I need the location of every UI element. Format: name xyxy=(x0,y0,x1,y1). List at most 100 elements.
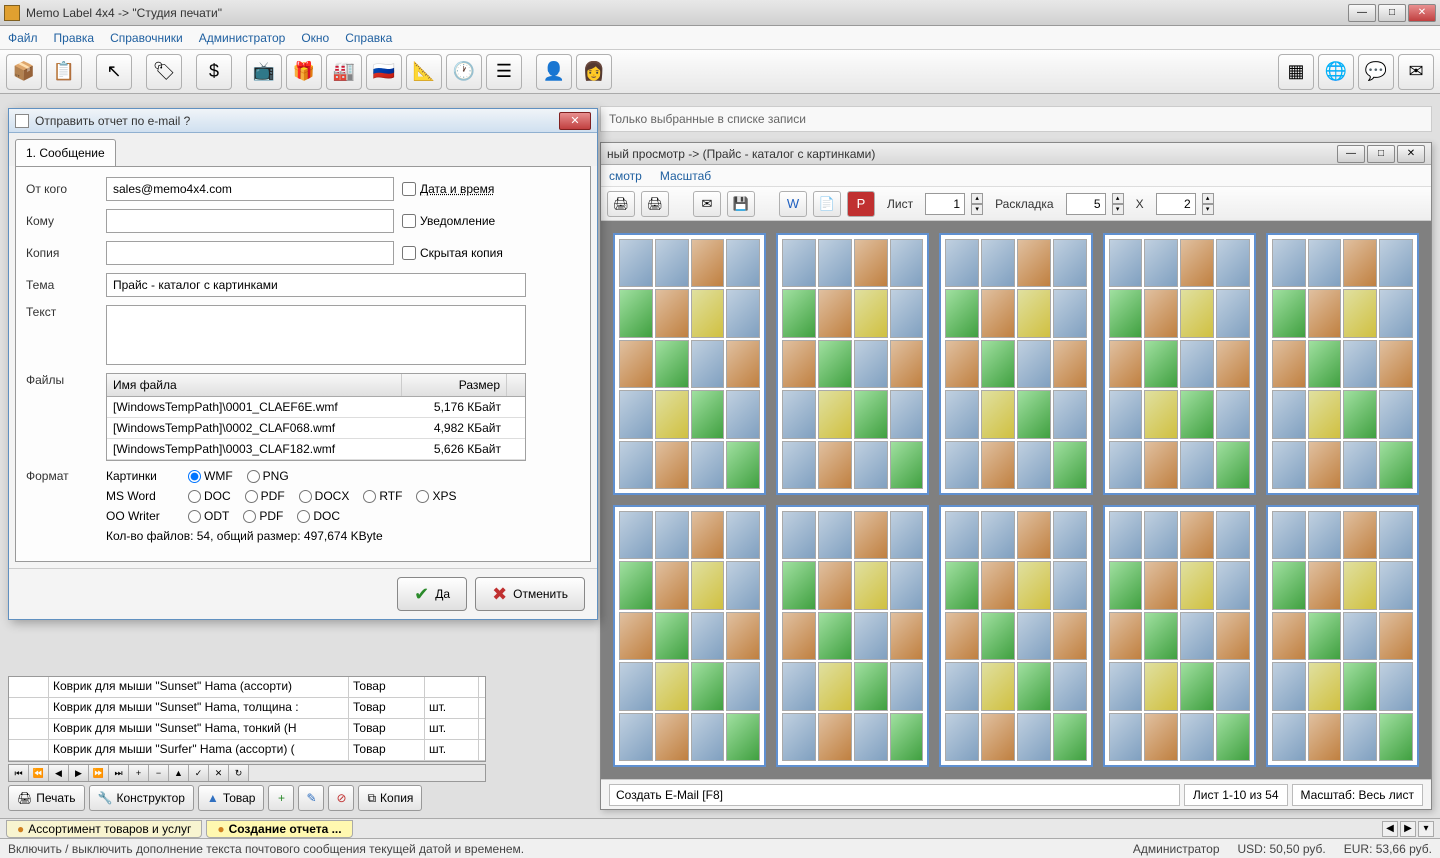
email-icon[interactable]: ✉ xyxy=(693,191,721,217)
ruler-icon[interactable]: 📐 xyxy=(406,54,442,90)
add-button[interactable]: + xyxy=(268,785,294,811)
file-row[interactable]: [WindowsTempPath]\0001_CLAEF6E.wmf5,176 … xyxy=(107,397,525,418)
tab-menu[interactable]: ▾ xyxy=(1418,821,1434,837)
file-row[interactable]: [WindowsTempPath]\0003_CLAF182.wmf5,626 … xyxy=(107,439,525,460)
page-thumbnail[interactable] xyxy=(1266,233,1419,495)
tab-report[interactable]: ●Создание отчета ... xyxy=(206,820,352,838)
preview-menu-scale[interactable]: Масштаб xyxy=(660,169,711,183)
page-down[interactable]: ▾ xyxy=(971,204,983,215)
nav-next-page[interactable]: ⏩ xyxy=(89,765,109,781)
list-icon[interactable]: ☰ xyxy=(486,54,522,90)
col-size[interactable]: Размер xyxy=(402,374,507,396)
menu-edit[interactable]: Правка xyxy=(54,31,95,45)
page-thumbnail[interactable] xyxy=(776,505,929,767)
page-thumbnail[interactable] xyxy=(1103,505,1256,767)
stamp-icon[interactable]: ▦ xyxy=(1278,54,1314,90)
menu-file[interactable]: Файл xyxy=(8,31,38,45)
dollar-icon[interactable]: $ xyxy=(196,54,232,90)
user-male-icon[interactable]: 👤 xyxy=(536,54,572,90)
tv-icon[interactable]: 📺 xyxy=(246,54,282,90)
cols-down[interactable]: ▾ xyxy=(1112,204,1124,215)
notify-checkbox[interactable] xyxy=(402,214,416,228)
dialog-close-button[interactable]: ✕ xyxy=(559,112,591,130)
nav-edit[interactable]: ▲ xyxy=(169,765,189,781)
tab-scroll-right[interactable]: ▶ xyxy=(1400,821,1416,837)
table-row[interactable]: Коврик для мыши "Sunset" Hama, толщина :… xyxy=(9,698,485,719)
radio-pdf2[interactable] xyxy=(243,510,256,523)
cols-up[interactable]: ▴ xyxy=(1112,193,1124,204)
nav-cancel[interactable]: ✕ xyxy=(209,765,229,781)
nav-ok[interactable]: ✓ xyxy=(189,765,209,781)
radio-doc[interactable] xyxy=(188,490,201,503)
close-button[interactable]: ✕ xyxy=(1408,4,1436,22)
radio-docx[interactable] xyxy=(299,490,312,503)
rows-down[interactable]: ▾ xyxy=(1202,204,1214,215)
nav-del[interactable]: − xyxy=(149,765,169,781)
radio-rtf[interactable] xyxy=(363,490,376,503)
from-input[interactable] xyxy=(106,177,394,201)
preview-grid[interactable] xyxy=(601,221,1431,779)
nav-refresh[interactable]: ↻ xyxy=(229,765,249,781)
copy-input[interactable] xyxy=(106,241,394,265)
table-row[interactable]: Коврик для мыши "Surfer" Hama (ассорти) … xyxy=(9,740,485,761)
page-up[interactable]: ▴ xyxy=(971,193,983,204)
save-icon[interactable]: 💾 xyxy=(727,191,755,217)
table-row[interactable]: Коврик для мыши "Sunset" Hama, тонкий (H… xyxy=(9,719,485,740)
radio-pdf[interactable] xyxy=(245,490,258,503)
product-grid[interactable]: Коврик для мыши "Sunset" Hama (ассорти)Т… xyxy=(8,676,486,762)
to-input[interactable] xyxy=(106,209,394,233)
page-thumbnail[interactable] xyxy=(776,233,929,495)
table-row[interactable]: Коврик для мыши "Sunset" Hama (ассорти)Т… xyxy=(9,677,485,698)
menu-help[interactable]: Справка xyxy=(345,31,392,45)
print-settings-icon[interactable]: 🖨 xyxy=(641,191,669,217)
cancel-button[interactable]: ✖Отменить xyxy=(475,577,585,611)
clock-icon[interactable]: 🕐 xyxy=(446,54,482,90)
subject-input[interactable] xyxy=(106,273,526,297)
page-thumbnail[interactable] xyxy=(613,233,766,495)
radio-doc2[interactable] xyxy=(297,510,310,523)
nav-last[interactable]: ⏭ xyxy=(109,765,129,781)
minimize-button[interactable]: — xyxy=(1348,4,1376,22)
factory-icon[interactable]: 🏭 xyxy=(326,54,362,90)
page-thumbnail[interactable] xyxy=(1103,233,1256,495)
chat-icon[interactable]: 💬 xyxy=(1358,54,1394,90)
copy-button[interactable]: ⧉Копия xyxy=(358,785,422,811)
page-thumbnail[interactable] xyxy=(939,233,1092,495)
page-thumbnail[interactable] xyxy=(1266,505,1419,767)
preview-maximize[interactable]: □ xyxy=(1367,145,1395,163)
menu-refs[interactable]: Справочники xyxy=(110,31,183,45)
page-thumbnail[interactable] xyxy=(939,505,1092,767)
tab-assortment[interactable]: ●Ассортимент товаров и услуг xyxy=(6,820,202,838)
page-number-input[interactable] xyxy=(925,193,965,215)
menu-admin[interactable]: Администратор xyxy=(199,31,286,45)
preview-menu-view[interactable]: смотр xyxy=(609,169,642,183)
hidden-checkbox[interactable] xyxy=(402,246,416,260)
nav-prev[interactable]: ◀ xyxy=(49,765,69,781)
body-textarea[interactable] xyxy=(106,305,526,365)
layout-rows-input[interactable] xyxy=(1156,193,1196,215)
yes-button[interactable]: ✔Да xyxy=(397,577,467,611)
tag-icon[interactable]: 🏷 xyxy=(146,54,182,90)
print-button[interactable]: 🖨Печать xyxy=(8,785,85,811)
tab-message[interactable]: 1. Сообщение xyxy=(15,139,116,166)
delete-button[interactable]: ⊘ xyxy=(328,785,354,811)
catalog-icon[interactable]: 📋 xyxy=(46,54,82,90)
radio-png[interactable] xyxy=(247,470,260,483)
menu-window[interactable]: Окно xyxy=(301,31,329,45)
radio-odt[interactable] xyxy=(188,510,201,523)
rows-up[interactable]: ▴ xyxy=(1202,193,1214,204)
nav-next[interactable]: ▶ xyxy=(69,765,89,781)
layout-cols-input[interactable] xyxy=(1066,193,1106,215)
radio-wmf[interactable] xyxy=(188,470,201,483)
box-icon[interactable]: 📦 xyxy=(6,54,42,90)
datetime-checkbox[interactable] xyxy=(402,182,416,196)
constructor-button[interactable]: 🔧Конструктор xyxy=(89,785,194,811)
product-button[interactable]: ▲Товар xyxy=(198,785,265,811)
arrow-icon[interactable]: ↖ xyxy=(96,54,132,90)
status-hint-input[interactable] xyxy=(609,784,1180,806)
globe-icon[interactable]: 🌐 xyxy=(1318,54,1354,90)
pdf-icon[interactable]: P xyxy=(847,191,875,217)
nav-first[interactable]: ⏮ xyxy=(9,765,29,781)
print-icon[interactable]: 🖨 xyxy=(607,191,635,217)
word-icon[interactable]: W xyxy=(779,191,807,217)
